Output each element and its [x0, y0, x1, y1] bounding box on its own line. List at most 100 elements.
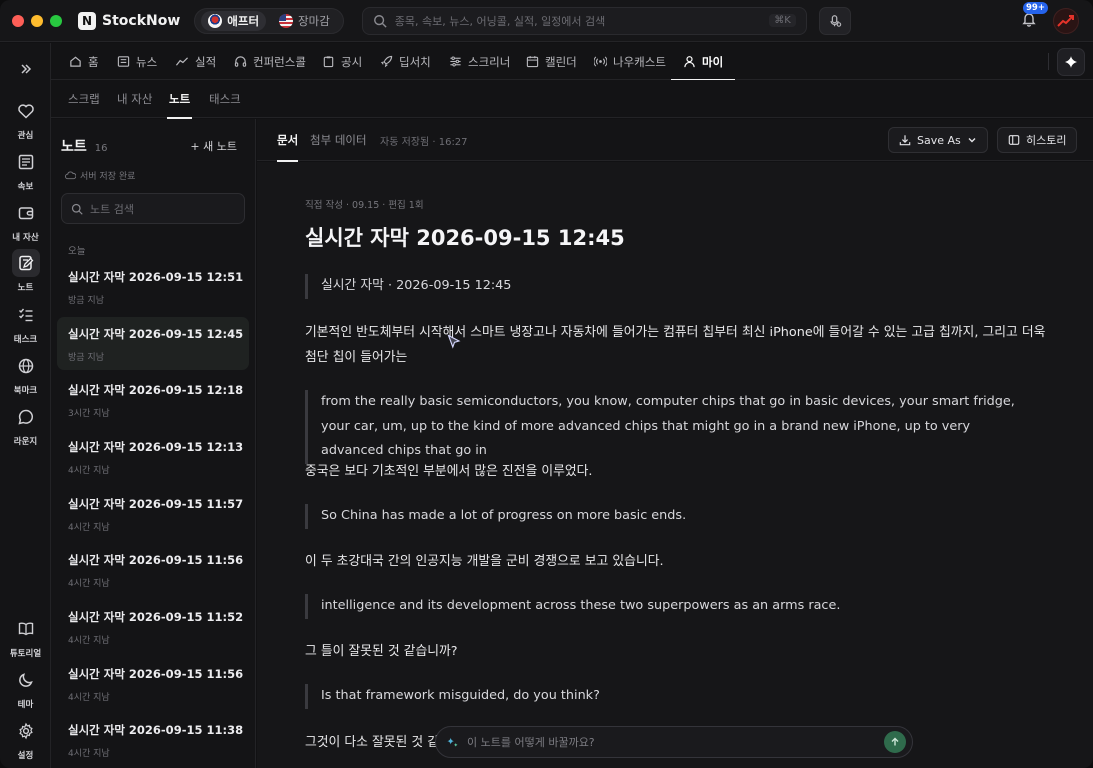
save-as-button[interactable]: Save As	[888, 127, 988, 153]
close-window-button[interactable]	[12, 14, 24, 27]
note-list-item[interactable]: 실시간 자막 2026-09-15 11:52 4시간 지남	[57, 600, 249, 653]
tab-calendar[interactable]: 캘린더	[526, 43, 577, 80]
rail-item-watchlist[interactable]: 관심	[0, 97, 51, 141]
notifications-button[interactable]: 99+	[1021, 2, 1048, 30]
avatar[interactable]	[1053, 7, 1079, 34]
market-label: 애프터	[227, 13, 260, 28]
note-time: 4시간 지남	[68, 523, 110, 533]
transcript-quote[interactable]: from the really basic semiconductors, yo…	[305, 390, 1020, 464]
rail-label: 내 자산	[12, 233, 39, 243]
window-controls	[12, 14, 62, 27]
subtab-scrap[interactable]: 스크랩	[68, 80, 100, 118]
maximize-window-button[interactable]	[50, 14, 62, 27]
tab-disclosure[interactable]: 공시	[322, 43, 362, 80]
note-list-item[interactable]: 실시간 자막 2026-09-15 12:51 방금 지남	[57, 260, 249, 313]
save-status-text: 서버 저장 완료	[80, 172, 136, 182]
rail-item-bookmarks[interactable]: 북마크	[0, 352, 51, 396]
subtab-notes[interactable]: 노트	[166, 80, 193, 119]
tab-home[interactable]: 홈	[69, 43, 99, 80]
history-button[interactable]: 히스토리	[997, 127, 1078, 153]
tab-conference-call[interactable]: 컨퍼런스콜	[234, 43, 306, 80]
market-pill-after[interactable]: 애프터	[201, 10, 267, 31]
header-quote[interactable]: 실시간 자막 · 2026-09-15 12:45	[305, 274, 1020, 299]
ai-assistant-button[interactable]	[1057, 48, 1085, 76]
broadcast-icon	[594, 56, 607, 67]
ai-prompt-input[interactable]: 이 노트를 어떻게 바꿀까요?	[435, 726, 913, 758]
document-body[interactable]: 직접 작성 · 09.15 · 편집 1회 실시간 자막 2026-09-15 …	[257, 162, 1093, 768]
note-search-input[interactable]: 노트 검색	[61, 193, 245, 224]
transcript-paragraph[interactable]: 이 두 초강대국 간의 인공지능 개발을 군비 경쟁으로 보고 있습니다.	[305, 550, 1047, 575]
rail-item-settings[interactable]: 설정	[0, 717, 51, 761]
rail-item-assets[interactable]: 내 자산	[0, 199, 51, 243]
global-search-input[interactable]: 종목, 속보, 뉴스, 어닝콜, 실적, 일정에서 검색 ⌘K	[361, 6, 807, 35]
subtab-my-assets[interactable]: 내 자산	[117, 80, 152, 118]
voice-input-button[interactable]	[818, 6, 851, 35]
search-icon	[373, 14, 387, 28]
note-search-placeholder: 노트 검색	[90, 202, 134, 216]
save-status: 서버 저장 완료	[65, 169, 135, 182]
ai-prompt-placeholder: 이 노트를 어떻게 바꿀까요?	[467, 736, 595, 749]
rail-label: 테마	[17, 700, 34, 710]
mouse-cursor-icon	[447, 334, 461, 349]
notes-list-pane: 노트 16 + 새 노트 서버 저장 완료 노트 검색 오늘 실시간 자막 20…	[51, 119, 256, 768]
tab-my[interactable]: 마이	[670, 43, 736, 81]
clipboard-icon	[323, 56, 334, 68]
sparkles-icon	[447, 737, 458, 747]
tab-nowcast[interactable]: 나우캐스트	[594, 43, 666, 80]
tab-document[interactable]: 문서	[277, 119, 299, 162]
rail-label: 태스크	[13, 335, 38, 345]
note-list-item[interactable]: 실시간 자막 2026-09-15 12:13 4시간 지남	[57, 430, 249, 483]
transcript-paragraph[interactable]: 중국은 보다 기초적인 부분에서 많은 진전을 이루었다.	[305, 460, 1047, 485]
rail-item-lounge[interactable]: 라운지	[0, 403, 51, 447]
note-name: 실시간 자막 2026-09-15 12:13	[68, 440, 244, 454]
gear-icon	[18, 722, 33, 740]
note-list-item[interactable]: 실시간 자막 2026-09-15 11:57 4시간 지남	[57, 487, 249, 540]
tab-news[interactable]: 뉴스	[117, 43, 157, 80]
rail-label: 북마크	[13, 386, 38, 396]
home-icon	[70, 56, 81, 67]
transcript-quote[interactable]: So China has made a lot of progress on m…	[305, 504, 1020, 529]
nav-label: 뉴스	[136, 54, 158, 69]
note-list-item[interactable]: 실시간 자막 2026-09-15 11:38 4시간 지남	[57, 713, 249, 766]
nav-label: 딥서치	[399, 54, 431, 69]
note-list-item-selected[interactable]: 실시간 자막 2026-09-15 12:45 방금 지남	[57, 317, 249, 370]
transcript-quote[interactable]: Is that framework misguided, do you thin…	[305, 684, 1020, 709]
note-time: 방금 지남	[68, 296, 104, 306]
rail-item-tasks[interactable]: 태스크	[0, 301, 51, 345]
note-time: 4시간 지남	[68, 466, 110, 476]
note-edit-icon	[18, 255, 33, 271]
transcript-quote[interactable]: intelligence and its development across …	[305, 594, 1020, 619]
tab-earnings[interactable]: 실적	[175, 43, 216, 80]
note-time: 4시간 지남	[68, 693, 110, 703]
new-note-button[interactable]: + 새 노트	[190, 138, 237, 154]
note-list-item[interactable]: 실시간 자막 2026-09-15 11:56 4시간 지남	[57, 657, 249, 710]
send-button[interactable]	[884, 731, 906, 753]
rail-item-tutorial[interactable]: 튜토리얼	[0, 615, 51, 659]
microphone-icon	[830, 14, 841, 27]
note-list-item[interactable]: 실시간 자막 2026-09-15 12:18 3시간 지남	[57, 373, 249, 426]
rail-label: 관심	[17, 131, 34, 141]
rail-expand-button[interactable]	[0, 55, 51, 83]
rocket-icon	[380, 55, 393, 68]
minimize-window-button[interactable]	[31, 14, 43, 27]
tab-attached-data[interactable]: 첨부 데이터	[310, 119, 367, 161]
arrow-up-icon	[891, 737, 899, 746]
market-pill-close[interactable]: 장마감	[272, 11, 337, 31]
brand[interactable]: N StockNow	[78, 11, 180, 30]
transcript-paragraph[interactable]: 기본적인 반도체부터 시작해서 스마트 냉장고나 자동차에 들어가는 컴퓨터 칩…	[305, 321, 1047, 370]
rail-item-breaking[interactable]: 속보	[0, 148, 51, 192]
subtab-tasks[interactable]: 태스크	[209, 80, 241, 118]
stocknow-logo-icon: N	[78, 11, 96, 30]
rail-item-theme[interactable]: 테마	[0, 666, 51, 710]
notes-header: 노트 16	[61, 136, 108, 156]
moon-icon	[18, 673, 33, 687]
note-name: 실시간 자막 2026-09-15 11:57	[68, 497, 244, 511]
document-title[interactable]: 실시간 자막 2026-09-15 12:45	[305, 222, 625, 252]
tab-deep-search[interactable]: 딥서치	[380, 43, 431, 80]
transcript-paragraph[interactable]: 그 틀이 잘못된 것 같습니까?	[305, 640, 1047, 665]
note-time: 방금 지남	[68, 353, 104, 363]
rail-item-notes[interactable]: 노트	[0, 249, 51, 293]
search-placeholder: 종목, 속보, 뉴스, 어닝콜, 실적, 일정에서 검색	[394, 14, 606, 28]
note-list-item[interactable]: 실시간 자막 2026-09-15 11:56 4시간 지남	[57, 543, 249, 596]
tab-screener[interactable]: 스크리너	[449, 43, 510, 80]
